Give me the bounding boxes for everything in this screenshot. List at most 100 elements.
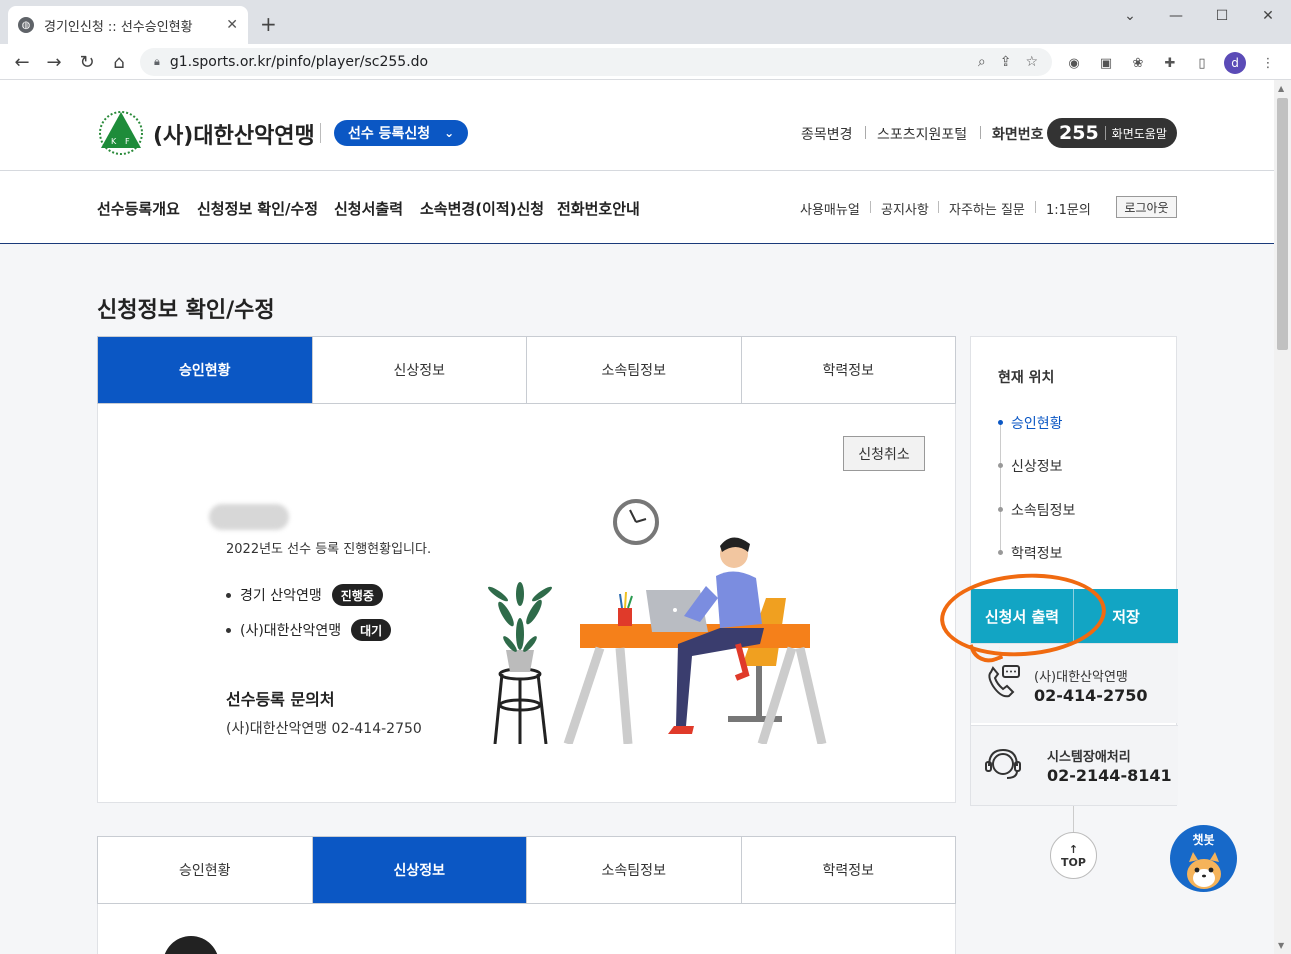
extension-icon[interactable]: ◉ (1064, 53, 1084, 73)
sidebar-actions: 신청서 출력 저장 (971, 589, 1178, 643)
gnb-check-edit[interactable]: 신청정보 확인/수정 (197, 198, 318, 219)
divider (1104, 126, 1106, 140)
site-header: K F (사)대한산악연맹 선수 등록신청 ⌄ 종목변경 스포츠지원포털 화면번… (0, 80, 1274, 244)
divider (938, 201, 939, 213)
gnb-overview[interactable]: 선수등록개요 (97, 198, 180, 219)
screen-number: 255 (1059, 122, 1099, 144)
divider (320, 123, 321, 143)
system-contact-phone: 02-2144-8141 (1047, 766, 1172, 785)
profile-photo (163, 936, 219, 954)
sidebar-item-team[interactable]: 소속팀정보 (1011, 500, 1075, 520)
tab-personal[interactable]: 신상정보 (313, 337, 527, 403)
info-tabs-secondary: 승인현황 신상정보 소속팀정보 학력정보 (97, 836, 956, 904)
gnb-phone-guide[interactable]: 전화번호안내 (557, 198, 640, 219)
sub-link-manual[interactable]: 사용매뉴얼 (800, 199, 860, 218)
bookmark-star-icon[interactable]: ☆ (1025, 54, 1038, 70)
status-item: 경기 산악연맹 진행중 (226, 584, 383, 606)
system-contact-label: 시스템장애처리 (1047, 750, 1131, 765)
back-icon[interactable]: ← (10, 50, 34, 74)
util-link-sport-change[interactable]: 종목변경 (801, 124, 853, 144)
cancel-application-button[interactable]: 신청취소 (843, 436, 925, 471)
redacted-name (209, 504, 289, 530)
location-sidebar: 현재 위치 승인현황 신상정보 소속팀정보 학력정보 신청서 출력 저장 (사)… (970, 336, 1178, 806)
scroll-up-arrow-icon[interactable]: ▲ (1278, 84, 1284, 93)
contact-title: 선수등록 문의처 (226, 690, 335, 709)
svg-text:F: F (125, 137, 130, 146)
page-scrollbar[interactable]: ▲ ▼ (1274, 80, 1291, 954)
close-tab-icon[interactable]: ✕ (226, 17, 238, 33)
status-intro: 2022년도 선수 등록 진행현황입니다. (226, 542, 432, 557)
scroll-down-arrow-icon[interactable]: ▼ (1278, 941, 1284, 950)
sidebar-item-approval[interactable]: 승인현황 (1011, 413, 1063, 433)
tab-team[interactable]: 소속팀정보 (527, 837, 742, 903)
tab-title: 경기인신청 :: 선수승인현황 (44, 19, 193, 35)
url-text: g1.sports.or.kr/pinfo/player/sc255.do (169, 54, 429, 70)
extension-icon[interactable]: ▣ (1096, 53, 1116, 73)
divider (870, 201, 871, 213)
info-tabs: 승인현황 신상정보 소속팀정보 학력정보 (97, 336, 956, 404)
chatbot-button[interactable]: 챗봇 (1170, 825, 1237, 892)
sidebar-item-personal[interactable]: 신상정보 (1011, 456, 1063, 476)
sidebar-item-education[interactable]: 학력정보 (1011, 543, 1063, 563)
tab-team[interactable]: 소속팀정보 (527, 337, 742, 403)
page-title: 신청정보 확인/수정 (97, 298, 275, 323)
logout-button[interactable]: 로그아웃 (1116, 196, 1177, 218)
registration-menu-button[interactable]: 선수 등록신청 ⌄ (334, 120, 468, 146)
lock-icon[interactable]: 🔒︎ (154, 55, 160, 69)
home-icon[interactable]: ⌂ (107, 50, 131, 74)
org-contact-label: (사)대한산악연맹 (1034, 670, 1128, 685)
gnb-transfer[interactable]: 소속변경(이적)신청 (420, 198, 544, 219)
gnb-print[interactable]: 신청서출력 (334, 198, 403, 219)
svg-text:K: K (111, 137, 117, 146)
tab-personal[interactable]: 신상정보 (312, 837, 527, 903)
scroll-top-button[interactable]: ↑ TOP (1050, 832, 1097, 879)
sub-link-notice[interactable]: 공지사항 (881, 199, 929, 218)
approval-card: 신청취소 2022년도 선수 등록 진행현황입니다. 경기 산악연맹 진행중 (… (97, 404, 956, 803)
scrollbar-thumb[interactable] (1277, 98, 1288, 350)
extension-icon[interactable]: ❀ (1128, 53, 1148, 73)
print-application-button[interactable]: 신청서 출력 (971, 589, 1074, 643)
sub-link-faq[interactable]: 자주하는 질문 (949, 199, 1025, 218)
util-link-sports-portal[interactable]: 스포츠지원포털 (877, 124, 967, 144)
tab-approval[interactable]: 승인현황 (98, 337, 313, 403)
tab-education[interactable]: 학력정보 (742, 837, 956, 903)
side-panel-icon[interactable]: ▯ (1192, 53, 1212, 73)
tab-education[interactable]: 학력정보 (742, 337, 956, 403)
org-contact-box: (사)대한산악연맹 02-414-2750 (971, 643, 1178, 723)
forward-icon[interactable]: → (42, 50, 66, 74)
org-name[interactable]: (사)대한산악연맹 (153, 118, 315, 150)
timeline-dot (998, 463, 1003, 468)
share-icon[interactable]: ⇪ (1000, 54, 1012, 70)
registration-menu-label: 선수 등록신청 (348, 126, 431, 142)
reload-icon[interactable]: ↻ (75, 50, 99, 74)
chevron-down-icon: ⌄ (444, 126, 455, 140)
browser-tab[interactable]: ◍ 경기인신청 :: 선수승인현황 ✕ (8, 6, 248, 44)
puzzle-icon[interactable]: ✚ (1160, 53, 1180, 73)
minimize-icon[interactable]: — (1153, 0, 1199, 32)
tab-approval[interactable]: 승인현황 (98, 837, 313, 903)
system-contact-box: 시스템장애처리 02-2144-8141 (971, 725, 1178, 805)
profile-avatar[interactable]: d (1224, 52, 1246, 74)
screen-help-button[interactable]: 255 화면도움말 (1047, 118, 1177, 148)
maximize-icon[interactable]: ☐ (1199, 0, 1245, 32)
headset-icon (985, 748, 1021, 779)
zoom-icon[interactable]: ⌕ (978, 54, 986, 70)
browser-tabbar: ◍ 경기인신청 :: 선수승인현황 ✕ + ⌄ — ☐ ✕ (0, 0, 1291, 44)
save-button[interactable]: 저장 (1074, 589, 1178, 643)
close-window-icon[interactable]: ✕ (1245, 0, 1291, 32)
status-org: 경기 산악연맹 (240, 588, 322, 604)
tab-search-icon[interactable]: ⌄ (1107, 0, 1153, 32)
status-badge: 대기 (351, 619, 392, 641)
extensions-area: ◉ ▣ ❀ ✚ ▯ d ⋮ (1064, 52, 1278, 74)
address-bar[interactable]: 🔒︎ g1.sports.or.kr/pinfo/player/sc255.do… (140, 48, 1052, 76)
org-contact-phone: 02-414-2750 (1034, 686, 1148, 705)
sidebar-title: 현재 위치 (998, 370, 1055, 386)
chatbot-mascot-icon (1186, 852, 1221, 889)
kaf-logo[interactable]: K F (97, 108, 145, 156)
top-label: TOP (1061, 855, 1086, 869)
arrow-up-icon: ↑ (1068, 842, 1079, 856)
menu-kebab-icon[interactable]: ⋮ (1258, 53, 1278, 73)
new-tab-button[interactable]: + (260, 12, 277, 36)
header-divider (0, 170, 1274, 171)
sub-link-inquiry[interactable]: 1:1문의 (1046, 199, 1091, 218)
